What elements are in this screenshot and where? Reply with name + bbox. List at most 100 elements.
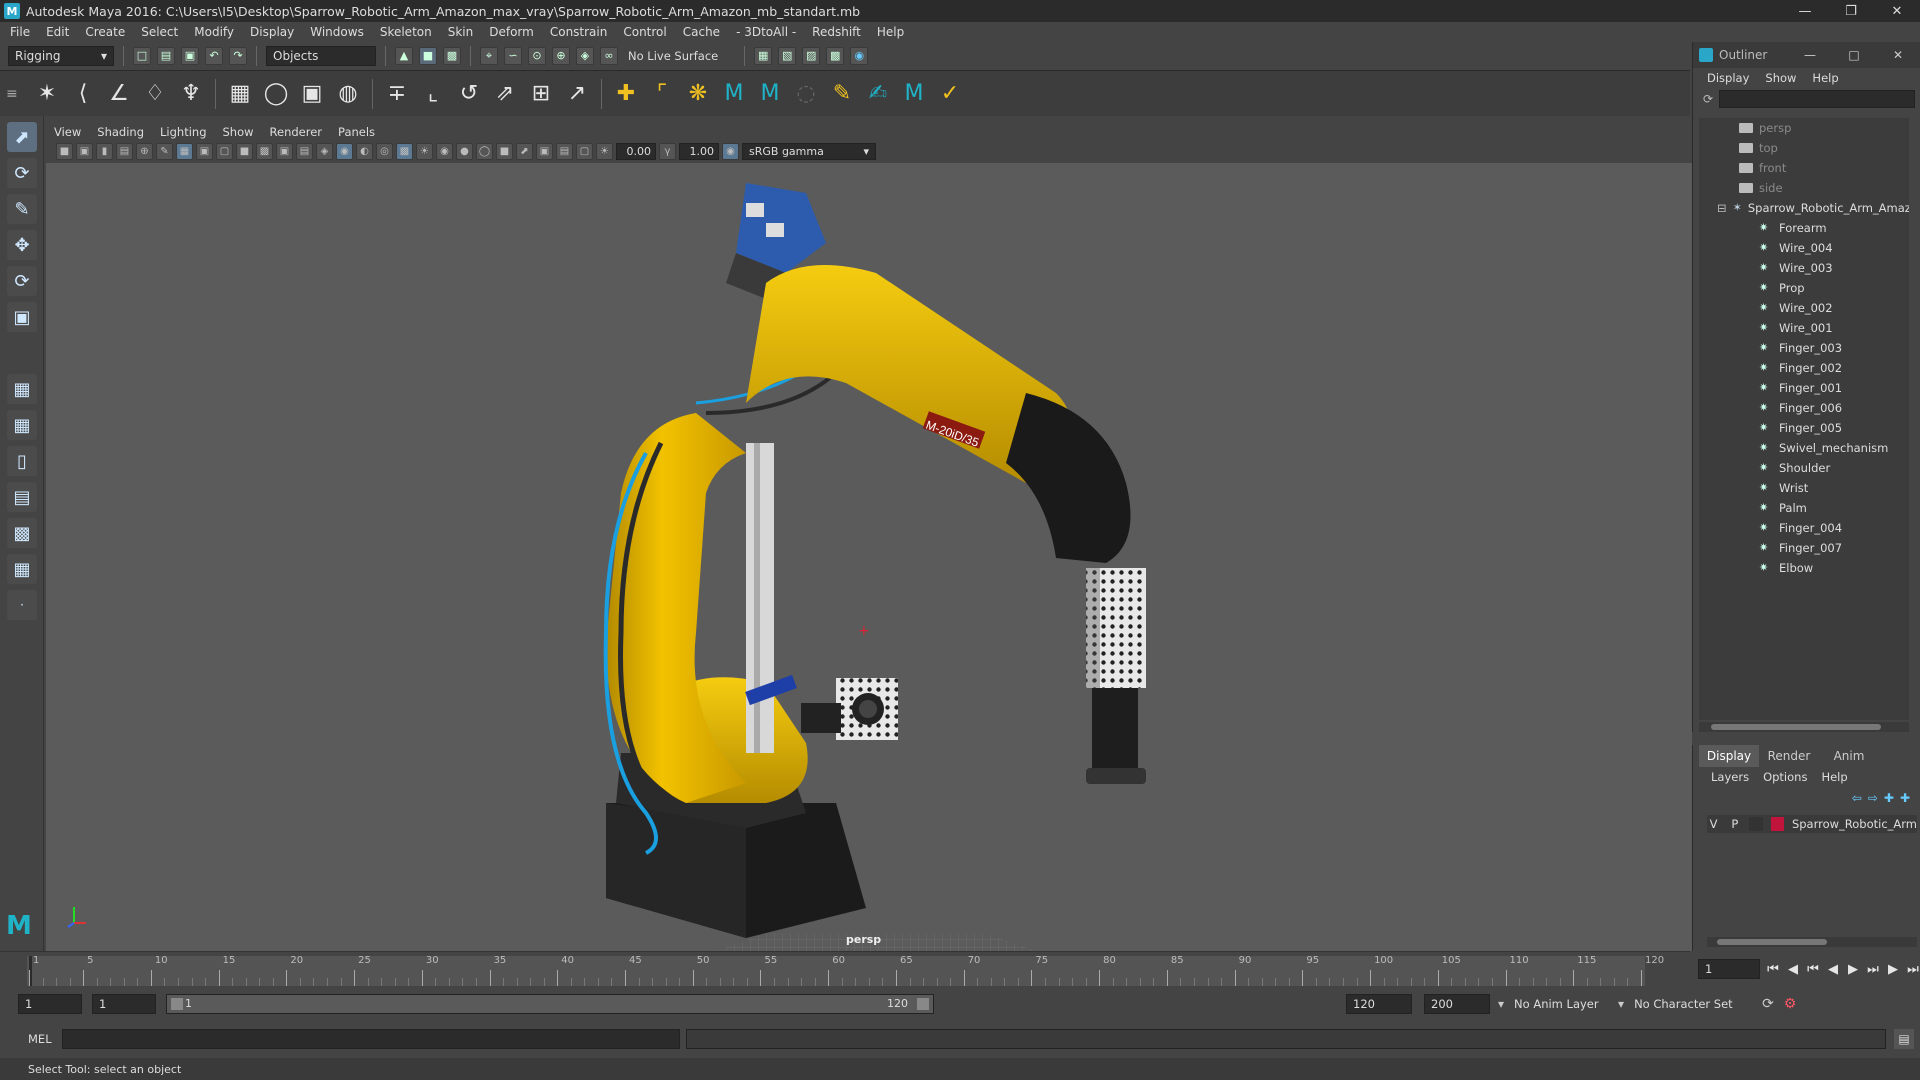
- preferences-icon[interactable]: ⚙: [1784, 996, 1797, 1012]
- select-mode-dropdown[interactable]: Objects: [266, 46, 376, 66]
- snap-point-icon[interactable]: ⊙: [528, 47, 546, 65]
- exposure-icon[interactable]: ☀: [596, 142, 613, 160]
- new-layer-selected-icon[interactable]: ✚: [1900, 791, 1910, 805]
- xray-icon[interactable]: ▣: [536, 142, 553, 160]
- bind-skin-icon[interactable]: ◍: [333, 79, 363, 109]
- xray-components-icon[interactable]: ▢: [576, 142, 593, 160]
- graph-persp-icon[interactable]: ▩: [7, 518, 37, 548]
- refresh-icon[interactable]: ⟳: [1703, 92, 1713, 106]
- menu-display[interactable]: Display: [250, 25, 294, 39]
- use-lights-icon[interactable]: ▩: [396, 142, 413, 160]
- layer-menu-layers[interactable]: Layers: [1711, 770, 1749, 784]
- component-editor-icon[interactable]: ✍: [863, 79, 893, 109]
- anim-end-field[interactable]: 200: [1424, 994, 1490, 1014]
- menu-cache[interactable]: Cache: [683, 25, 720, 39]
- 2d-pan-icon[interactable]: ⊕: [136, 142, 153, 160]
- maya-m2-icon[interactable]: M: [755, 79, 785, 109]
- maximize-button[interactable]: ❐: [1828, 0, 1874, 22]
- rotate-tool-icon[interactable]: ⟳: [7, 266, 37, 296]
- layer-visibility-toggle[interactable]: V: [1707, 817, 1720, 831]
- outliner-camera-front[interactable]: front: [1699, 158, 1909, 178]
- ik-handle-icon[interactable]: ⟨: [68, 79, 98, 109]
- tab-display[interactable]: Display: [1699, 745, 1759, 767]
- script-language-toggle[interactable]: MEL: [0, 1032, 62, 1046]
- outliner-scrollbar[interactable]: [1699, 722, 1909, 732]
- ik-spline-icon[interactable]: ∠: [104, 79, 134, 109]
- menu-create[interactable]: Create: [85, 25, 125, 39]
- mirror-joint-icon[interactable]: ♆: [176, 79, 206, 109]
- panel-menu-shading[interactable]: Shading: [97, 125, 144, 139]
- camera-attr-icon[interactable]: ▣: [76, 142, 93, 160]
- aim-constraint-icon[interactable]: ⊞: [526, 79, 556, 109]
- menu-file[interactable]: File: [10, 25, 30, 39]
- outliner-child-finger-002[interactable]: ✷ Finger_002: [1699, 358, 1909, 378]
- tab-anim[interactable]: Anim: [1819, 745, 1879, 767]
- move-tool-icon[interactable]: ✥: [7, 230, 37, 260]
- color-management-icon[interactable]: ◉: [722, 142, 739, 160]
- menu-3dtoall[interactable]: - 3DtoAll -: [736, 25, 796, 39]
- isolate-select-icon[interactable]: ⬈: [516, 142, 533, 160]
- gate-mask-icon[interactable]: ■: [236, 142, 253, 160]
- panel-menu-show[interactable]: Show: [223, 125, 254, 139]
- outliner-child-swivel-mechanism[interactable]: ✷ Swivel_mechanism: [1699, 438, 1909, 458]
- script-editor-icon[interactable]: ▤: [1894, 1029, 1914, 1049]
- snap-surface-icon[interactable]: ◈: [576, 47, 594, 65]
- ipr-render-icon[interactable]: ▨: [802, 47, 821, 65]
- shadows-icon[interactable]: ☀: [416, 142, 433, 160]
- snap-curve-icon[interactable]: ∽: [504, 47, 522, 65]
- tab-render[interactable]: Render: [1759, 745, 1819, 767]
- safe-action-icon[interactable]: ▣: [276, 142, 293, 160]
- outliner-child-finger-005[interactable]: ✷ Finger_005: [1699, 418, 1909, 438]
- end-time-field[interactable]: 120: [1346, 994, 1412, 1014]
- go-to-start-icon[interactable]: ⏮: [1766, 962, 1780, 977]
- insert-joint-icon[interactable]: ♢: [140, 79, 170, 109]
- snap-live-icon[interactable]: ∞: [600, 47, 618, 65]
- menu-deform[interactable]: Deform: [489, 25, 534, 39]
- step-forward-key-icon[interactable]: ⏭: [1866, 962, 1880, 977]
- menu-redshift[interactable]: Redshift: [812, 25, 861, 39]
- outliner-child-palm[interactable]: ✷ Palm: [1699, 498, 1909, 518]
- view-transform-dropdown[interactable]: sRGB gamma ▾: [742, 142, 876, 160]
- outliner-minimize-button[interactable]: —: [1788, 42, 1832, 68]
- checkmark-icon[interactable]: ✓: [935, 79, 965, 109]
- outliner-tree[interactable]: persp top front side ⊟ ✶ Sparrow_Robotic_A…: [1699, 118, 1909, 720]
- side-by-side-icon[interactable]: ▯: [7, 446, 37, 476]
- wireframe-on-shaded-icon[interactable]: ◐: [356, 142, 373, 160]
- live-surface-label[interactable]: No Live Surface: [628, 49, 718, 63]
- motion-blur-icon[interactable]: ●: [456, 142, 473, 160]
- time-slider[interactable]: 1 5 10 15 20 25 30 35 40 45 50 55 60 65 70 75 80 85 90 95 10…: [0, 951, 1690, 987]
- joint-tool-icon[interactable]: ✶: [32, 79, 62, 109]
- render-view-icon[interactable]: ▦: [754, 47, 773, 65]
- anim-layer-chevron-icon[interactable]: ▾: [1498, 997, 1504, 1011]
- range-end-handle[interactable]: [917, 998, 929, 1010]
- grid-icon[interactable]: ▦: [176, 142, 193, 160]
- four-view-icon[interactable]: ▦: [7, 410, 37, 440]
- new-layer-icon[interactable]: ✚: [1884, 791, 1894, 805]
- anim-start-field[interactable]: 1: [92, 994, 156, 1014]
- layer-reference-toggle[interactable]: [1749, 817, 1763, 831]
- go-to-end-icon[interactable]: ⏭: [1906, 962, 1920, 977]
- outliner-child-finger-004[interactable]: ✷ Finger_004: [1699, 518, 1909, 538]
- range-bar[interactable]: 1 120: [166, 994, 934, 1014]
- outliner-child-wire-001[interactable]: ✷ Wire_001: [1699, 318, 1909, 338]
- outliner-camera-persp[interactable]: persp: [1699, 118, 1909, 138]
- shelf-options-icon[interactable]: ≡: [6, 86, 26, 102]
- menu-skin[interactable]: Skin: [448, 25, 474, 39]
- scale-constraint-icon[interactable]: ⇗: [490, 79, 520, 109]
- parent-constraint-icon[interactable]: ∓: [382, 79, 412, 109]
- menu-control[interactable]: Control: [623, 25, 666, 39]
- panel-menu-lighting[interactable]: Lighting: [160, 125, 206, 139]
- xray-joints-icon[interactable]: ▤: [556, 142, 573, 160]
- snap-view-icon[interactable]: ⊕: [552, 47, 570, 65]
- menu-constrain[interactable]: Constrain: [550, 25, 608, 39]
- pole-vector-icon[interactable]: ↗: [562, 79, 592, 109]
- outliner-menu-display[interactable]: Display: [1707, 71, 1749, 85]
- layer-row[interactable]: V P Sparrow_Robotic_Arm: [1707, 815, 1917, 833]
- save-scene-icon[interactable]: ▣: [181, 47, 199, 65]
- layer-color-swatch[interactable]: [1770, 817, 1784, 831]
- panel-menu-renderer[interactable]: Renderer: [270, 125, 323, 139]
- outliner-close-button[interactable]: ✕: [1876, 42, 1920, 68]
- gamma-field[interactable]: 1.00: [679, 142, 719, 160]
- textured-icon[interactable]: ◎: [376, 142, 393, 160]
- panel-menu-view[interactable]: View: [54, 125, 81, 139]
